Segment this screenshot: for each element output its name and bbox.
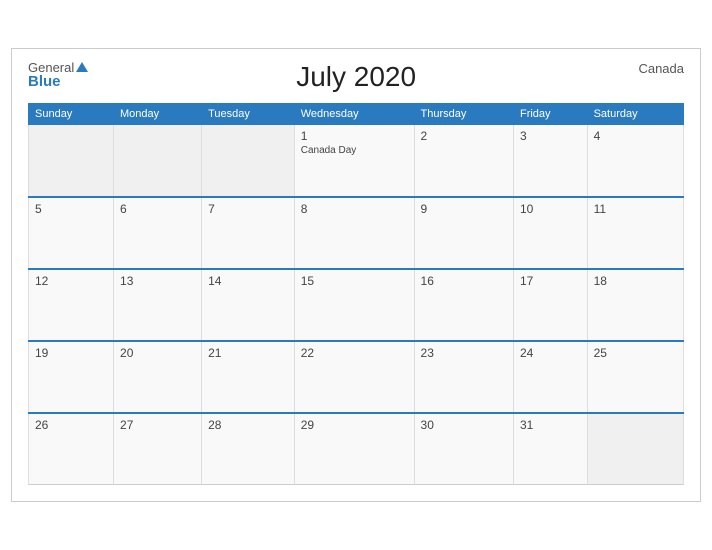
day-number: 24 — [520, 346, 581, 360]
day-number: 1 — [301, 129, 408, 143]
day-cell: 21 — [202, 341, 295, 413]
day-cell: 18 — [587, 269, 683, 341]
day-cell: 31 — [513, 413, 587, 485]
weekday-header-tuesday: Tuesday — [202, 104, 295, 125]
day-number: 4 — [594, 129, 677, 143]
week-row-5: 26 27 28 29 30 31 — [29, 413, 684, 485]
day-cell: 14 — [202, 269, 295, 341]
day-number: 14 — [208, 274, 288, 288]
day-number: 25 — [594, 346, 677, 360]
day-number: 16 — [421, 274, 507, 288]
day-cell: 4 — [587, 125, 683, 197]
day-cell: 6 — [114, 197, 202, 269]
day-number: 22 — [301, 346, 408, 360]
day-cell: 27 — [114, 413, 202, 485]
day-number: 29 — [301, 418, 408, 432]
day-number: 9 — [421, 202, 507, 216]
day-cell: 17 — [513, 269, 587, 341]
weekday-header-row: SundayMondayTuesdayWednesdayThursdayFrid… — [29, 104, 684, 125]
day-number: 31 — [520, 418, 581, 432]
country-label: Canada — [624, 61, 684, 76]
day-number: 5 — [35, 202, 107, 216]
weekday-header-monday: Monday — [114, 104, 202, 125]
day-number: 17 — [520, 274, 581, 288]
day-cell: 24 — [513, 341, 587, 413]
day-number: 7 — [208, 202, 288, 216]
day-cell: 23 — [414, 341, 513, 413]
day-cell — [202, 125, 295, 197]
week-row-4: 19 20 21 22 23 24 25 — [29, 341, 684, 413]
day-cell: 10 — [513, 197, 587, 269]
weekday-header-friday: Friday — [513, 104, 587, 125]
day-cell: 9 — [414, 197, 513, 269]
day-cell: 20 — [114, 341, 202, 413]
logo-triangle-icon — [76, 62, 88, 72]
calendar-table: SundayMondayTuesdayWednesdayThursdayFrid… — [28, 103, 684, 485]
day-cell: 22 — [294, 341, 414, 413]
week-row-3: 12 13 14 15 16 17 18 — [29, 269, 684, 341]
day-cell — [29, 125, 114, 197]
day-number: 19 — [35, 346, 107, 360]
week-row-2: 56789 10 11 — [29, 197, 684, 269]
day-number: 21 — [208, 346, 288, 360]
day-number: 20 — [120, 346, 195, 360]
day-number: 6 — [120, 202, 195, 216]
day-cell — [587, 413, 683, 485]
day-number: 13 — [120, 274, 195, 288]
logo-blue-text: Blue — [28, 74, 61, 89]
day-number: 18 — [594, 274, 677, 288]
day-cell: 2 — [414, 125, 513, 197]
day-number: 30 — [421, 418, 507, 432]
day-number: 27 — [120, 418, 195, 432]
day-number: 2 — [421, 129, 507, 143]
day-cell: 16 — [414, 269, 513, 341]
logo-area: General Blue — [28, 61, 88, 89]
weekday-header-saturday: Saturday — [587, 104, 683, 125]
week-row-1: 1 Canada Day 234 — [29, 125, 684, 197]
day-cell: 1 Canada Day — [294, 125, 414, 197]
calendar-title: July 2020 — [88, 61, 624, 93]
weekday-header-thursday: Thursday — [414, 104, 513, 125]
day-cell: 5 — [29, 197, 114, 269]
day-cell: 30 — [414, 413, 513, 485]
day-number: 15 — [301, 274, 408, 288]
day-cell: 13 — [114, 269, 202, 341]
calendar-header: General Blue July 2020 Canada — [28, 61, 684, 93]
day-cell: 12 — [29, 269, 114, 341]
day-number: 10 — [520, 202, 581, 216]
weekday-header-wednesday: Wednesday — [294, 104, 414, 125]
day-cell: 8 — [294, 197, 414, 269]
day-number: 3 — [520, 129, 581, 143]
day-number: 28 — [208, 418, 288, 432]
event-label: Canada Day — [301, 145, 408, 156]
day-cell: 25 — [587, 341, 683, 413]
day-cell: 15 — [294, 269, 414, 341]
day-number: 11 — [594, 202, 677, 216]
day-number: 26 — [35, 418, 107, 432]
day-cell: 28 — [202, 413, 295, 485]
day-cell: 19 — [29, 341, 114, 413]
day-cell: 29 — [294, 413, 414, 485]
day-cell: 11 — [587, 197, 683, 269]
day-number: 23 — [421, 346, 507, 360]
day-number: 12 — [35, 274, 107, 288]
day-cell: 3 — [513, 125, 587, 197]
day-cell: 26 — [29, 413, 114, 485]
day-number: 8 — [301, 202, 408, 216]
weekday-header-sunday: Sunday — [29, 104, 114, 125]
day-cell: 7 — [202, 197, 295, 269]
calendar-container: General Blue July 2020 Canada SundayMond… — [11, 48, 701, 502]
day-cell — [114, 125, 202, 197]
